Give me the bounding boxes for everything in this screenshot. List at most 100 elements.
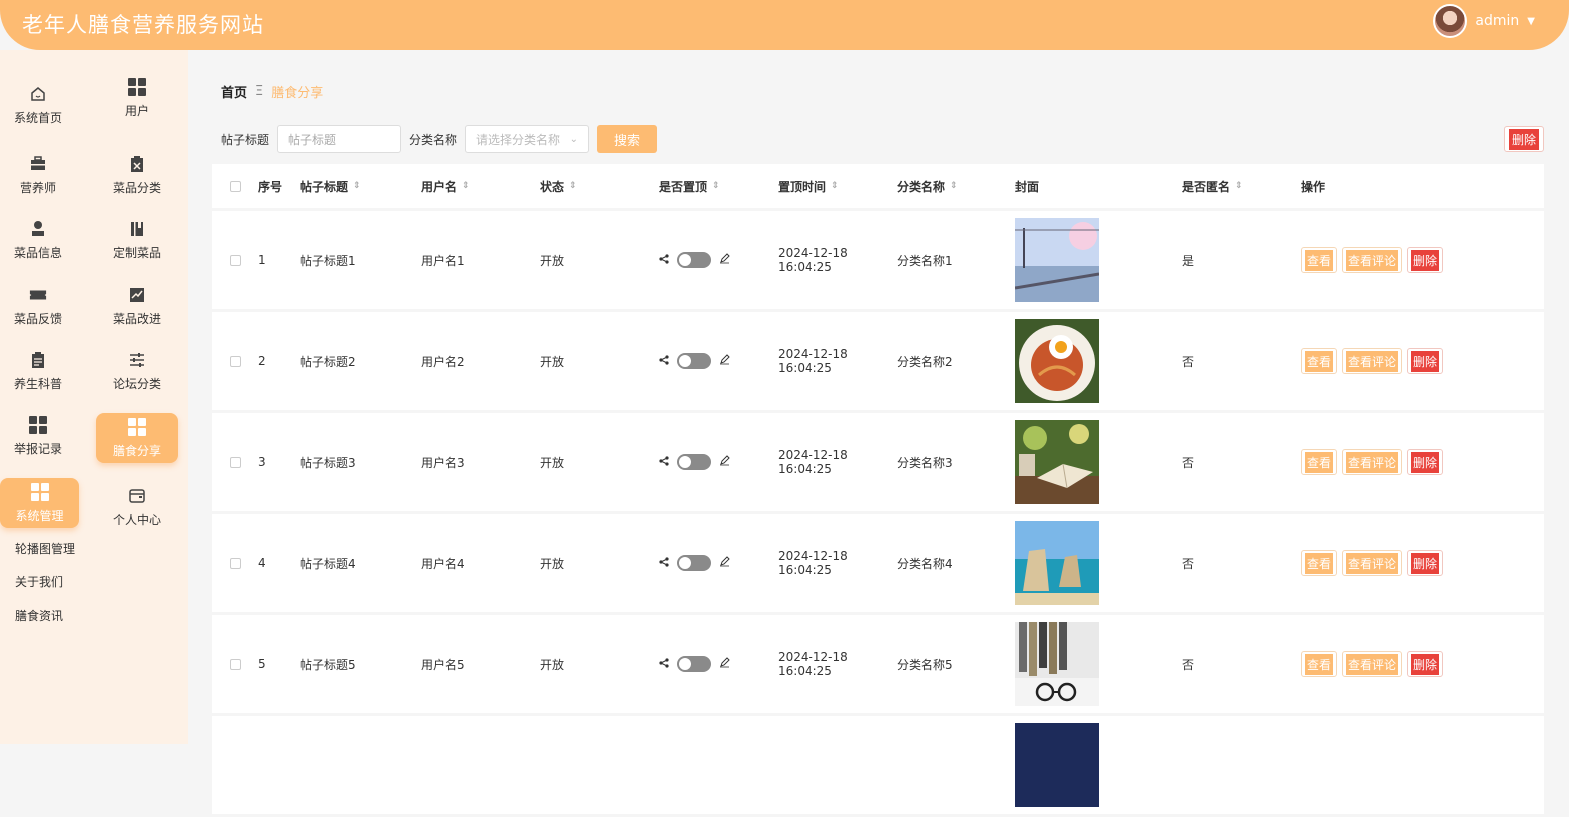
view-comments-button[interactable]: 查看评论 (1342, 247, 1403, 273)
book-icon (128, 220, 146, 238)
sidebar-item-label: 系统首页 (13, 110, 62, 125)
grid-icon (30, 482, 49, 501)
view-comments-button[interactable]: 查看评论 (1342, 651, 1403, 677)
sidebar-item-custom-dish[interactable]: 定制菜品 (96, 215, 178, 265)
share-icon[interactable] (659, 354, 669, 368)
search-button[interactable]: 搜索 (597, 125, 658, 153)
sliders-icon (128, 351, 146, 369)
edit-icon[interactable] (719, 455, 730, 469)
cell-category: 分类名称3 (897, 455, 953, 470)
category-label: 分类名称 (409, 132, 458, 147)
avatar[interactable] (1433, 4, 1468, 38)
title-search-input[interactable]: 帖子标题 (277, 125, 402, 153)
col-title[interactable]: 帖子标题 ⇕ (300, 178, 421, 195)
sidebar-item-dish-feedback[interactable]: 菜品反馈 (0, 281, 79, 331)
sidebar-item-system-management[interactable]: 系统管理 (0, 478, 79, 528)
pin-toggle[interactable] (677, 353, 711, 369)
cover-image[interactable] (1015, 420, 1099, 504)
cover-image[interactable] (1015, 218, 1099, 302)
share-icon[interactable] (659, 556, 669, 570)
edit-icon[interactable] (719, 556, 730, 570)
sidebar: 系统首页 用户 营养师 菜品分类 菜品信息 定制菜品 菜品反馈 菜品改进 养生科… (0, 50, 188, 744)
edit-icon[interactable] (719, 657, 730, 671)
row-checkbox[interactable] (229, 658, 241, 670)
chevron-down-icon: ⌄ (569, 133, 579, 145)
view-comments-button[interactable]: 查看评论 (1342, 550, 1403, 576)
sidebar-item-profile[interactable]: 个人中心 (96, 482, 178, 532)
view-button[interactable]: 查看 (1301, 449, 1338, 475)
col-anonymous[interactable]: 是否匿名 ⇕ (1182, 178, 1301, 195)
view-button[interactable]: 查看 (1301, 651, 1338, 677)
submenu-item-news[interactable]: 膳食资讯 (15, 607, 63, 624)
col-pinned[interactable]: 是否置顶 ⇕ (659, 178, 778, 195)
row-checkbox[interactable] (229, 254, 241, 266)
sidebar-item-user[interactable]: 用户 (96, 73, 178, 123)
sidebar-item-forum-category[interactable]: 论坛分类 (96, 346, 178, 396)
pin-toggle[interactable] (677, 555, 711, 571)
view-button[interactable]: 查看 (1301, 348, 1338, 374)
sort-icon: ⇕ (1235, 181, 1243, 191)
user-menu[interactable]: admin ▼ (1433, 4, 1535, 38)
cover-image[interactable] (1015, 622, 1099, 706)
view-comments-button[interactable]: 查看评论 (1342, 348, 1403, 374)
cell-title: 帖子标题2 (300, 354, 356, 369)
col-status[interactable]: 状态 ⇕ (540, 178, 659, 195)
sidebar-item-health-science[interactable]: 养生科普 (0, 346, 79, 396)
sidebar-item-label: 论坛分类 (112, 376, 161, 391)
share-icon[interactable] (659, 455, 669, 469)
sidebar-item-diet-share[interactable]: 膳食分享 (96, 413, 178, 463)
share-icon[interactable] (659, 657, 669, 671)
view-comments-button[interactable]: 查看评论 (1342, 449, 1403, 475)
delete-button[interactable]: 删除 (1407, 550, 1444, 576)
clipboard-icon (128, 155, 146, 173)
pin-toggle[interactable] (677, 454, 711, 470)
breadcrumb-current: 膳食分享 (271, 86, 324, 101)
cell-title: 帖子标题4 (300, 556, 356, 571)
delete-button[interactable]: 删除 (1407, 449, 1444, 475)
pin-toggle[interactable] (677, 252, 711, 268)
share-icon[interactable] (659, 253, 669, 267)
col-user[interactable]: 用户名 ⇕ (421, 178, 540, 195)
app-title: 老年人膳食营养服务网站 (22, 13, 264, 37)
cover-image[interactable] (1015, 723, 1099, 807)
view-button[interactable]: 查看 (1301, 550, 1338, 576)
delete-button[interactable]: 删除 (1407, 247, 1444, 273)
sidebar-item-label: 菜品分类 (112, 180, 161, 195)
submenu-item-carousel[interactable]: 轮播图管理 (15, 540, 75, 557)
grid-icon (128, 77, 146, 96)
submenu-item-about[interactable]: 关于我们 (15, 573, 63, 590)
chevron-down-icon[interactable]: ▼ (1527, 16, 1535, 27)
col-category[interactable]: 分类名称 ⇕ (897, 178, 1015, 195)
sidebar-item-home[interactable]: 系统首页 (0, 80, 79, 130)
search-bar: 帖子标题 帖子标题 分类名称 请选择分类名称 ⌄ 搜索 (221, 125, 658, 153)
col-pin-time[interactable]: 置顶时间 ⇕ (778, 178, 897, 195)
sidebar-item-dietitian[interactable]: 营养师 (0, 150, 79, 200)
table-row: 2 帖子标题2 用户名2 开放 2024-12-18 16:04:25 分类名称… (212, 312, 1544, 410)
sidebar-item-dish-improve[interactable]: 菜品改进 (96, 281, 178, 331)
sidebar-item-label: 定制菜品 (112, 245, 161, 260)
cell-category: 分类名称4 (897, 556, 953, 571)
category-select[interactable]: 请选择分类名称 ⌄ (465, 125, 590, 153)
row-checkbox[interactable] (229, 355, 241, 367)
pin-toggle[interactable] (677, 656, 711, 672)
sidebar-item-report-records[interactable]: 举报记录 (0, 411, 79, 461)
row-checkbox[interactable] (229, 456, 241, 468)
batch-delete-button[interactable]: 删除 (1504, 126, 1544, 152)
delete-button[interactable]: 删除 (1407, 348, 1444, 374)
edit-icon[interactable] (719, 253, 730, 267)
select-all-checkbox[interactable] (229, 180, 241, 192)
delete-button[interactable]: 删除 (1407, 651, 1444, 677)
cover-image[interactable] (1015, 521, 1099, 605)
cell-index: 1 (258, 253, 266, 267)
username[interactable]: admin (1475, 13, 1519, 29)
row-checkbox[interactable] (229, 557, 241, 569)
cell-category: 分类名称5 (897, 657, 953, 672)
breadcrumb-home[interactable]: 首页 (221, 82, 247, 101)
edit-icon[interactable] (719, 354, 730, 368)
sidebar-item-dish-category[interactable]: 菜品分类 (96, 150, 178, 200)
view-button[interactable]: 查看 (1301, 247, 1338, 273)
sidebar-item-dish-info[interactable]: 菜品信息 (0, 215, 79, 265)
posts-table: 序号 帖子标题 ⇕ 用户名 ⇕ 状态 ⇕ 是否置顶 ⇕ 置顶时间 ⇕ 分类名称 ⇕ 封面 是… (212, 164, 1544, 817)
cover-image[interactable] (1015, 319, 1099, 403)
sidebar-item-label: 膳食分享 (112, 443, 161, 458)
